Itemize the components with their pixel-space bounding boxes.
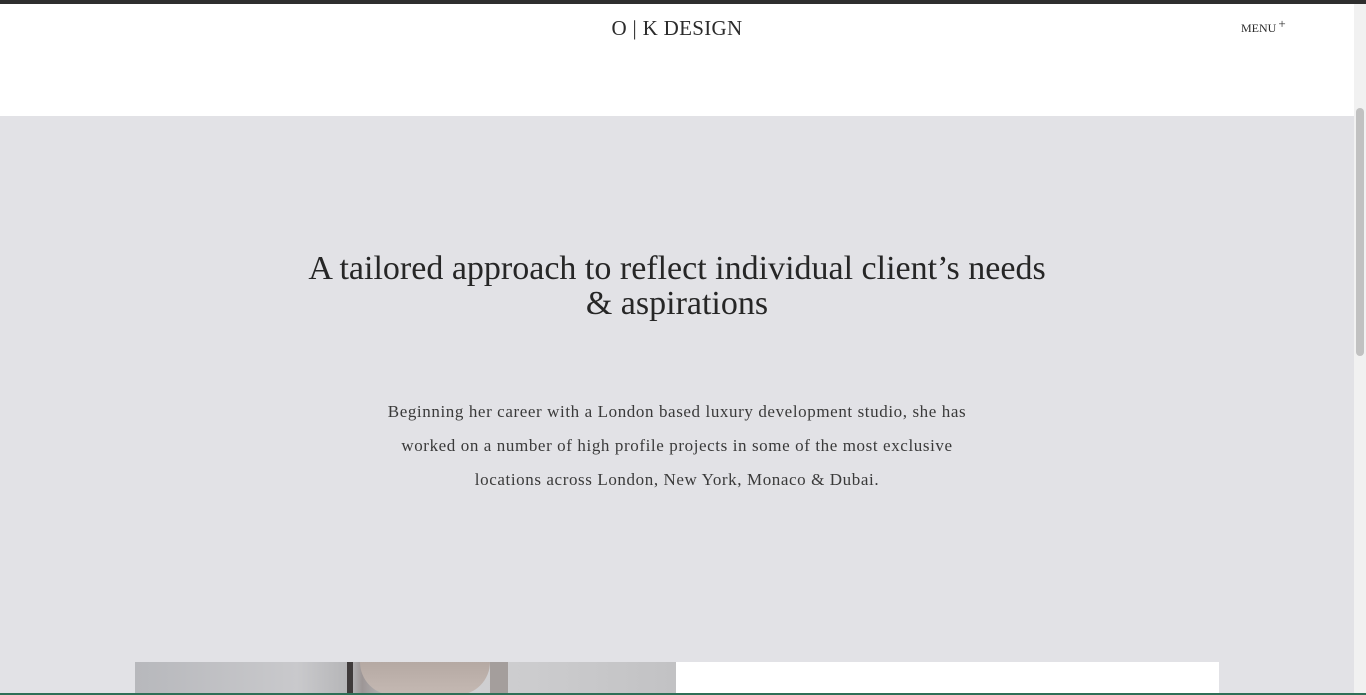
content-panel <box>676 662 1219 695</box>
scrollbar-thumb[interactable] <box>1356 108 1364 356</box>
portrait-hair-detail <box>347 662 353 695</box>
portrait-hair-detail-right <box>490 662 508 695</box>
plus-icon: + <box>1278 16 1286 31</box>
headline-line-2: & aspirations <box>585 285 769 322</box>
menu-label: MENU <box>1241 21 1277 35</box>
menu-button[interactable]: MENU + <box>1241 16 1286 36</box>
paragraph-line-2: worked on a number of high profile proje… <box>401 436 953 455</box>
headline-line-1: A tailored approach to reflect individua… <box>308 250 1046 287</box>
paragraph-line-1: Beginning her career with a London based… <box>387 402 967 421</box>
portrait-face-detail <box>360 662 490 695</box>
page-scrollbar[interactable] <box>1354 4 1366 695</box>
site-header: O | K DESIGN MENU + <box>0 4 1354 116</box>
site-logo[interactable]: O | K DESIGN <box>0 16 1354 41</box>
intro-section: A tailored approach to reflect individua… <box>0 116 1354 695</box>
intro-paragraph: Beginning her career with a London based… <box>367 395 987 497</box>
page-headline: A tailored approach to reflect individua… <box>277 251 1077 321</box>
paragraph-line-3: locations across London, New York, Monac… <box>474 470 880 489</box>
portrait-image <box>135 662 676 695</box>
